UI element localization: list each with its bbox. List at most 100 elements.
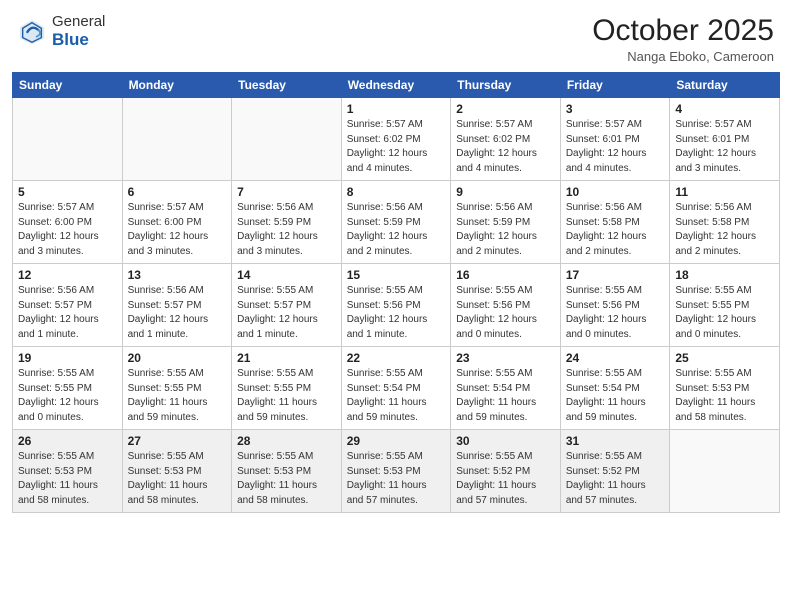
table-cell-w4d4: 30 Sunrise: 5:55 AM Sunset: 5:52 PM Dayli… [451,430,561,513]
table-cell-w4d3: 29 Sunrise: 5:55 AM Sunset: 5:53 PM Dayli… [341,430,451,513]
day-info: Sunrise: 5:55 AM Sunset: 5:52 PM Dayligh… [456,450,555,508]
day-number: 17 [566,268,665,282]
header-monday: Monday [122,73,232,98]
day-info: Sunrise: 5:55 AM Sunset: 5:56 PM Dayligh… [456,284,555,342]
month-title: October 2025 [592,14,774,47]
day-info: Sunrise: 5:56 AM Sunset: 5:57 PM Dayligh… [128,284,227,342]
day-info: Sunrise: 5:55 AM Sunset: 5:55 PM Dayligh… [675,284,774,342]
calendar: Sunday Monday Tuesday Wednesday Thursday… [0,72,792,612]
day-number: 25 [675,351,774,365]
table-cell-w1d0: 5 Sunrise: 5:57 AM Sunset: 6:00 PM Daylig… [13,181,123,264]
day-info: Sunrise: 5:57 AM Sunset: 6:02 PM Dayligh… [347,118,446,176]
day-info: Sunrise: 5:55 AM Sunset: 5:57 PM Dayligh… [237,284,336,342]
table-cell-w1d3: 8 Sunrise: 5:56 AM Sunset: 5:59 PM Daylig… [341,181,451,264]
logo-blue-text: Blue [52,31,105,50]
day-info: Sunrise: 5:55 AM Sunset: 5:54 PM Dayligh… [566,367,665,425]
day-info: Sunrise: 5:56 AM Sunset: 5:58 PM Dayligh… [566,201,665,259]
week-row-3: 12 Sunrise: 5:56 AM Sunset: 5:57 PM Dayli… [13,264,780,347]
day-number: 10 [566,185,665,199]
logo-text: General Blue [52,14,105,49]
logo: General Blue [18,14,105,49]
table-cell-w3d1: 20Sunrise: 5:55 AM Sunset: 5:55 PM Dayli… [122,347,232,430]
day-number: 8 [347,185,446,199]
day-number: 1 [347,102,446,116]
table-cell-w3d5: 24Sunrise: 5:55 AM Sunset: 5:54 PM Dayli… [560,347,670,430]
table-cell-w0d4: 2 Sunrise: 5:57 AM Sunset: 6:02 PM Daylig… [451,98,561,181]
title-area: October 2025 Nanga Eboko, Cameroon [592,14,774,64]
day-number: 7 [237,185,336,199]
day-info: Sunrise: 5:56 AM Sunset: 5:57 PM Dayligh… [18,284,117,342]
day-info: Sunrise: 5:55 AM Sunset: 5:52 PM Dayligh… [566,450,665,508]
day-number: 31 [566,434,665,448]
day-number: 14 [237,268,336,282]
day-number: 20 [128,351,227,365]
day-info: Sunrise: 5:56 AM Sunset: 5:59 PM Dayligh… [237,201,336,259]
day-number: 26 [18,434,117,448]
table-cell-w4d0: 26 Sunrise: 5:55 AM Sunset: 5:53 PM Dayli… [13,430,123,513]
day-info: Sunrise: 5:56 AM Sunset: 5:59 PM Dayligh… [347,201,446,259]
table-cell-w0d0 [13,98,123,181]
table-cell-w1d1: 6 Sunrise: 5:57 AM Sunset: 6:00 PM Daylig… [122,181,232,264]
day-number: 19 [18,351,117,365]
header-friday: Friday [560,73,670,98]
day-info: Sunrise: 5:57 AM Sunset: 6:01 PM Dayligh… [566,118,665,176]
day-info: Sunrise: 5:55 AM Sunset: 5:53 PM Dayligh… [18,450,117,508]
day-number: 5 [18,185,117,199]
week-row-5: 26 Sunrise: 5:55 AM Sunset: 5:53 PM Dayli… [13,430,780,513]
table-cell-w3d2: 21Sunrise: 5:55 AM Sunset: 5:55 PM Dayli… [232,347,342,430]
logo-icon [18,18,46,46]
calendar-table: Sunday Monday Tuesday Wednesday Thursday… [12,72,780,513]
weekday-header-row: Sunday Monday Tuesday Wednesday Thursday… [13,73,780,98]
day-number: 30 [456,434,555,448]
header-sunday: Sunday [13,73,123,98]
day-info: Sunrise: 5:56 AM Sunset: 5:58 PM Dayligh… [675,201,774,259]
table-cell-w3d3: 22Sunrise: 5:55 AM Sunset: 5:54 PM Dayli… [341,347,451,430]
day-info: Sunrise: 5:55 AM Sunset: 5:53 PM Dayligh… [128,450,227,508]
table-cell-w0d2 [232,98,342,181]
day-info: Sunrise: 5:55 AM Sunset: 5:55 PM Dayligh… [18,367,117,425]
day-number: 21 [237,351,336,365]
day-number: 28 [237,434,336,448]
day-info: Sunrise: 5:55 AM Sunset: 5:54 PM Dayligh… [456,367,555,425]
table-cell-w3d4: 23 Sunrise: 5:55 AM Sunset: 5:54 PM Dayli… [451,347,561,430]
day-number: 13 [128,268,227,282]
day-info: Sunrise: 5:55 AM Sunset: 5:53 PM Dayligh… [675,367,774,425]
location-subtitle: Nanga Eboko, Cameroon [592,49,774,64]
day-number: 15 [347,268,446,282]
table-cell-w2d2: 14 Sunrise: 5:55 AM Sunset: 5:57 PM Dayli… [232,264,342,347]
day-info: Sunrise: 5:57 AM Sunset: 6:00 PM Dayligh… [18,201,117,259]
day-number: 12 [18,268,117,282]
week-row-2: 5 Sunrise: 5:57 AM Sunset: 6:00 PM Daylig… [13,181,780,264]
table-cell-w2d0: 12 Sunrise: 5:56 AM Sunset: 5:57 PM Dayli… [13,264,123,347]
day-number: 6 [128,185,227,199]
table-cell-w2d5: 17 Sunrise: 5:55 AM Sunset: 5:56 PM Dayli… [560,264,670,347]
day-number: 11 [675,185,774,199]
table-cell-w0d1 [122,98,232,181]
day-number: 23 [456,351,555,365]
table-cell-w0d5: 3Sunrise: 5:57 AM Sunset: 6:01 PM Daylig… [560,98,670,181]
day-info: Sunrise: 5:57 AM Sunset: 6:00 PM Dayligh… [128,201,227,259]
day-number: 29 [347,434,446,448]
day-number: 18 [675,268,774,282]
day-info: Sunrise: 5:55 AM Sunset: 5:56 PM Dayligh… [566,284,665,342]
page: General Blue October 2025 Nanga Eboko, C… [0,0,792,612]
day-info: Sunrise: 5:57 AM Sunset: 6:02 PM Dayligh… [456,118,555,176]
day-info: Sunrise: 5:55 AM Sunset: 5:53 PM Dayligh… [237,450,336,508]
day-info: Sunrise: 5:55 AM Sunset: 5:53 PM Dayligh… [347,450,446,508]
table-cell-w4d1: 27 Sunrise: 5:55 AM Sunset: 5:53 PM Dayli… [122,430,232,513]
table-cell-w2d1: 13 Sunrise: 5:56 AM Sunset: 5:57 PM Dayli… [122,264,232,347]
header-saturday: Saturday [670,73,780,98]
header-thursday: Thursday [451,73,561,98]
logo-general-text: General [52,14,105,31]
day-number: 27 [128,434,227,448]
table-cell-w1d4: 9Sunrise: 5:56 AM Sunset: 5:59 PM Daylig… [451,181,561,264]
table-cell-w0d6: 4Sunrise: 5:57 AM Sunset: 6:01 PM Daylig… [670,98,780,181]
day-number: 4 [675,102,774,116]
day-number: 16 [456,268,555,282]
table-cell-w1d5: 10 Sunrise: 5:56 AM Sunset: 5:58 PM Dayli… [560,181,670,264]
day-info: Sunrise: 5:56 AM Sunset: 5:59 PM Dayligh… [456,201,555,259]
table-cell-w4d5: 31 Sunrise: 5:55 AM Sunset: 5:52 PM Dayli… [560,430,670,513]
day-number: 2 [456,102,555,116]
day-info: Sunrise: 5:55 AM Sunset: 5:54 PM Dayligh… [347,367,446,425]
table-cell-w4d2: 28 Sunrise: 5:55 AM Sunset: 5:53 PM Dayli… [232,430,342,513]
